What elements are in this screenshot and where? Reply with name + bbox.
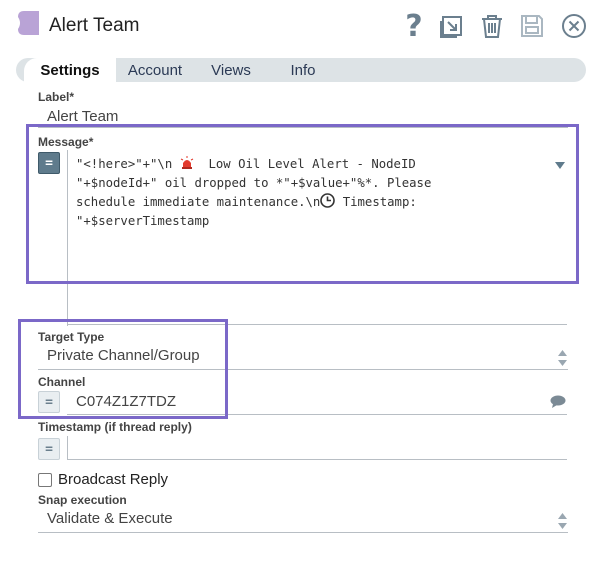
- snap-execution-label: Snap execution: [38, 493, 127, 507]
- snap-execution-select[interactable]: Validate & Execute: [47, 510, 173, 527]
- export-icon[interactable]: [436, 10, 468, 42]
- message-highlight-box: [26, 124, 579, 284]
- tab-views-label: Views: [211, 62, 251, 79]
- timestamp-expression-toggle[interactable]: =: [38, 438, 60, 460]
- timestamp-expression-symbol: =: [45, 441, 53, 457]
- page-title: Alert Team: [49, 15, 140, 36]
- save-icon[interactable]: [516, 10, 548, 42]
- timestamp-guide-line: [67, 436, 68, 460]
- delete-icon[interactable]: [476, 10, 508, 42]
- tab-info[interactable]: Info: [280, 58, 326, 82]
- snap-type-icon: [16, 10, 40, 36]
- tab-settings[interactable]: Settings: [24, 58, 116, 82]
- target-channel-highlight-box: [18, 319, 228, 419]
- close-icon[interactable]: [558, 10, 590, 42]
- tab-settings-label: Settings: [40, 62, 100, 79]
- timestamp-label: Timestamp (if thread reply): [38, 420, 192, 434]
- tab-views[interactable]: Views: [202, 58, 260, 82]
- label-input[interactable]: Alert Team: [47, 108, 118, 125]
- snap-execution-arrows-icon[interactable]: [558, 513, 567, 534]
- chat-bubble-icon[interactable]: [550, 395, 566, 413]
- tab-info-label: Info: [290, 62, 316, 79]
- target-type-arrows-icon[interactable]: [558, 350, 567, 371]
- timestamp-underline: [67, 459, 567, 460]
- tab-account[interactable]: Account: [118, 58, 192, 82]
- broadcast-reply-label: Broadcast Reply: [58, 471, 169, 488]
- help-icon[interactable]: ?: [398, 8, 430, 44]
- label-field-label: Label*: [38, 90, 75, 104]
- tab-account-label: Account: [127, 62, 183, 79]
- timestamp-input[interactable]: [76, 440, 556, 458]
- help-icon-glyph: ?: [405, 8, 423, 44]
- broadcast-reply-checkbox[interactable]: [38, 473, 52, 487]
- snap-execution-underline: [38, 532, 568, 533]
